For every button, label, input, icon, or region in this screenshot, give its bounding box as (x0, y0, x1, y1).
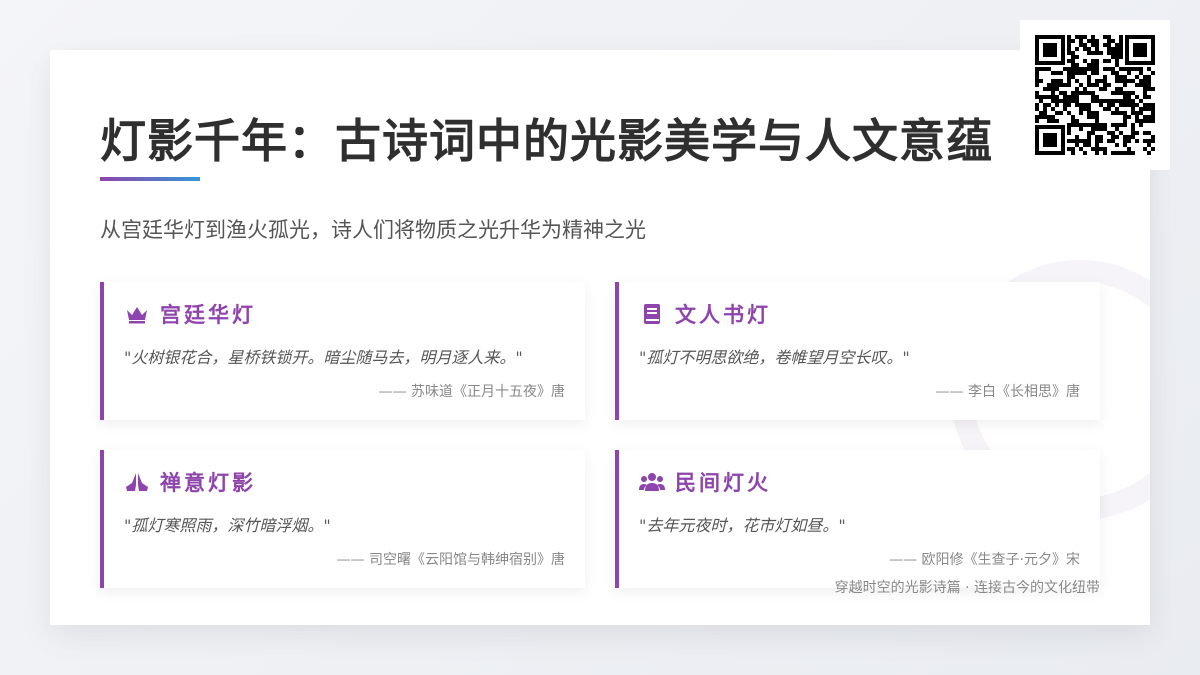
card-quote: "孤灯寒照雨，深竹暗浮烟。" (124, 516, 331, 535)
card-source: —— 司空曙《云阳馆与韩绅宿别》唐 (336, 552, 565, 568)
card-zen-lamplight: 禅意灯影 "孤灯寒照雨，深竹暗浮烟。" —— 司空曙《云阳馆与韩绅宿别》唐 (100, 450, 585, 588)
card-scholar-lamp: 文人书灯 "孤灯不明思欲绝，卷帷望月空长叹。" —— 李白《长相思》唐 (615, 282, 1100, 420)
card-title: 禅意灯影 (160, 470, 256, 495)
page-title: 灯影千年：古诗词中的光影美学与人文意蕴 (100, 114, 993, 168)
footer-note: 穿越时空的光影诗篇 · 连接古今的文化纽带 (834, 580, 1100, 596)
card-quote: "火树银花合，星桥铁锁开。暗尘随马去，明月逐人来。" (124, 348, 523, 367)
crown-icon (124, 302, 150, 326)
users-icon (639, 470, 665, 494)
card-source: —— 欧阳修《生查子·元夕》宋 (889, 552, 1080, 568)
card-quote: "去年元夜时，花市灯如昼。" (639, 516, 846, 535)
card-title: 文人书灯 (675, 302, 771, 327)
card-source: —— 李白《长相思》唐 (935, 384, 1080, 400)
card-quote: "孤灯不明思欲绝，卷帷望月空长叹。" (639, 348, 910, 367)
qr-code[interactable] (1020, 20, 1170, 170)
card-folk-lanterns: 民间灯火 "去年元夜时，花市灯如昼。" —— 欧阳修《生查子·元夕》宋 (615, 450, 1100, 588)
praying-hands-icon (124, 470, 150, 494)
qr-code-image (1035, 35, 1155, 155)
card-title: 民间灯火 (675, 470, 771, 495)
page-subtitle: 从宫廷华灯到渔火孤光，诗人们将物质之光升华为精神之光 (100, 218, 646, 242)
card-source: —— 苏味道《正月十五夜》唐 (378, 384, 565, 400)
card-court-lanterns: 宫廷华灯 "火树银花合，星桥铁锁开。暗尘随马去，明月逐人来。" —— 苏味道《正… (100, 282, 585, 420)
book-icon (639, 302, 665, 326)
card-title: 宫廷华灯 (160, 302, 256, 327)
slide: 灯影千年：古诗词中的光影美学与人文意蕴 从宫廷华灯到渔火孤光，诗人们将物质之光升… (50, 50, 1150, 625)
title-underline (100, 177, 200, 181)
